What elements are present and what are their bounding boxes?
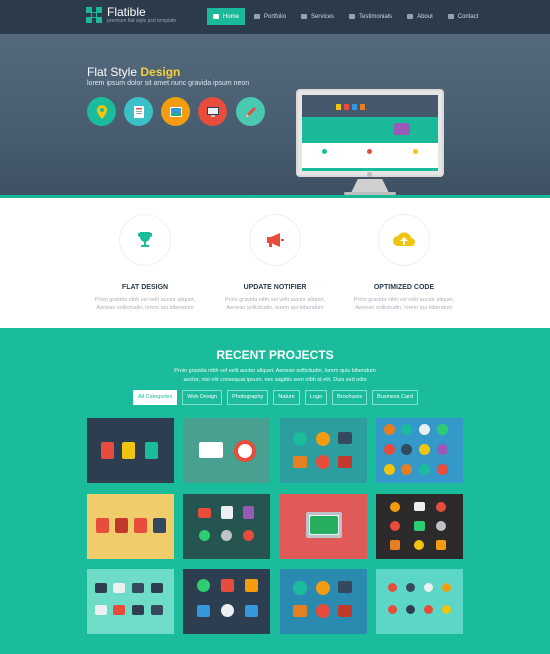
menu-item-home[interactable]: Home [207,8,246,25]
filter-logo[interactable]: Logo [304,390,328,405]
logo-icon [86,7,102,23]
brand-tagline: premium flat style psd template [107,18,177,24]
monitor-stand-base [344,192,396,195]
menu-item-services[interactable]: Services [295,8,340,25]
navbar: Flatible premium flat style psd template… [0,0,550,34]
feature-title: FLAT DESIGN [121,284,169,291]
logo[interactable]: Flatible premium flat style psd template [86,6,176,24]
about-icon [407,14,414,19]
menu-item-portfolio[interactable]: Portfolio [248,8,292,25]
menu-item-about[interactable]: About [401,8,439,25]
monitor-screen [302,95,438,171]
monitor-stand [351,179,389,193]
document-icon [124,97,153,126]
megaphone-icon [267,233,284,247]
menu-item-testimonials[interactable]: Testimonials [343,8,398,25]
filter-business-card[interactable]: Business Card [372,390,418,405]
features-section: FLAT DESIGN Proin gravida nibh vel velit… [0,198,550,328]
trophy-icon [138,232,152,247]
portfolio-icon [254,14,261,19]
project-tile[interactable] [280,418,367,483]
feature-text: Proin gravida nibh vel velit auctor aliq… [224,297,326,311]
monitor-mockup [296,89,444,177]
feature-icon-ring [378,214,430,266]
project-tile[interactable] [376,418,463,483]
project-filters: All Categories Web Design Photography Na… [133,390,418,405]
project-tile[interactable] [376,494,463,559]
filter-all-categories[interactable]: All Categories [133,390,178,405]
filter-photography[interactable]: Photography [227,390,269,405]
feature-icon-ring [119,214,171,266]
project-tile[interactable] [183,569,270,634]
brand-name: Flatible [107,5,146,19]
project-tile[interactable] [87,569,174,634]
hero-title: Flat Style Design [87,65,181,79]
project-tile[interactable] [87,418,174,483]
pencil-icon [236,97,265,126]
testimonials-icon [349,14,356,19]
location-pin-icon [87,97,116,126]
filter-brochures[interactable]: Brochures [332,390,368,405]
menu-item-contact[interactable]: Contact [442,8,485,25]
feature-text: Proin gravida nibh vel velit auctor aliq… [353,297,455,311]
filter-nature[interactable]: Nature [273,390,300,405]
cloud-upload-icon [393,232,415,246]
project-tile[interactable] [376,569,463,634]
filter-web-design[interactable]: Web Design [182,390,223,405]
project-tile[interactable] [280,494,367,559]
services-icon [301,14,308,19]
feature-optimized-code: OPTIMIZED CODE Proin gravida nibh vel ve… [329,198,479,312]
feature-update-notifier: UPDATE NOTIFIER Proin gravida nibh vel v… [200,198,350,312]
picture-icon [161,97,190,126]
feature-text: Proin gravida nibh vel velit auctor aliq… [94,297,196,311]
feature-title: OPTIMIZED CODE [373,284,435,291]
project-tile[interactable] [87,494,174,559]
project-tile[interactable] [280,569,367,634]
hero-subtitle: lorem ipsum dolor sit amet nunc gravida … [87,80,250,87]
apple-logo-icon [367,172,372,177]
project-tile[interactable] [183,418,270,483]
recent-projects-section: RECENT PROJECTS Proin gravida nibh vel v… [0,328,550,654]
main-menu: Home Portfolio Services Testimonials Abo… [207,8,484,25]
home-icon [213,14,219,19]
feature-title: UPDATE NOTIFIER [243,284,307,291]
feature-flat-design: FLAT DESIGN Proin gravida nibh vel velit… [70,198,220,312]
section-subtitle: Proin gravida nibh vel velit auctor aliq… [174,368,376,383]
computer-icon [198,97,227,126]
section-title: RECENT PROJECTS [216,348,334,362]
feature-icon-ring [249,214,301,266]
hero-section: Flat Style Design lorem ipsum dolor sit … [0,34,550,198]
project-tile[interactable] [183,494,270,559]
contact-icon [447,14,454,19]
